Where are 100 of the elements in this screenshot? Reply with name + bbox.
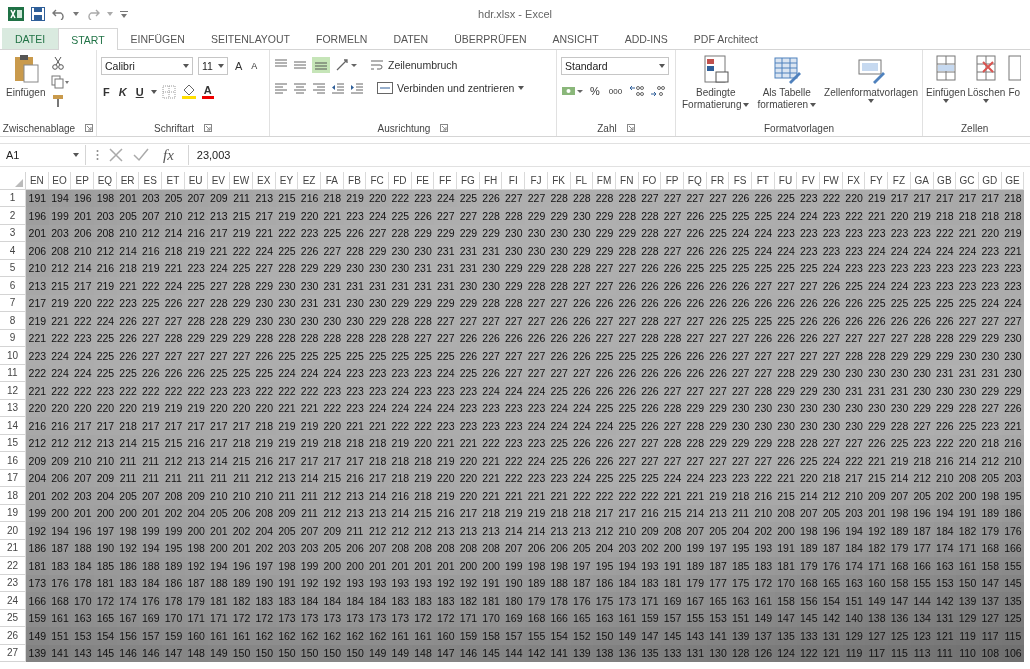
shrink-font-button[interactable]: A (249, 61, 260, 71)
column-header[interactable]: FB (343, 172, 367, 190)
italic-button[interactable]: K (116, 85, 129, 98)
column-header[interactable]: GB (933, 172, 957, 190)
dialog-launcher-icon[interactable] (440, 124, 449, 132)
column-header[interactable]: EQ (94, 172, 117, 190)
font-family-field[interactable]: Calibri (101, 57, 193, 75)
column-header[interactable]: FR (706, 172, 730, 190)
row-header[interactable]: 14 (0, 417, 26, 435)
ribbon-tab[interactable]: SEITENLAYOUT (197, 28, 304, 49)
copy-icon[interactable] (51, 75, 70, 89)
increase-decimal-icon[interactable] (629, 84, 646, 98)
bold-button[interactable]: F (101, 85, 112, 98)
column-header[interactable]: EY (275, 172, 299, 190)
ribbon-tab[interactable]: ANSICHT (539, 28, 612, 49)
row-header[interactable]: 10 (0, 347, 26, 365)
percent-button[interactable]: % (588, 85, 602, 97)
column-header[interactable]: ET (162, 172, 185, 190)
column-header[interactable]: FI (502, 172, 526, 190)
format-painter-icon[interactable] (51, 94, 66, 108)
column-header[interactable]: FO (638, 172, 662, 190)
ribbon-tab[interactable]: ADD-INS (611, 28, 681, 49)
column-header[interactable]: GD (978, 172, 1002, 190)
column-header[interactable]: FZ (888, 172, 911, 190)
customize-icon[interactable] (120, 10, 128, 18)
column-header[interactable]: EW (230, 172, 253, 190)
grow-font-button[interactable]: A (233, 60, 245, 72)
column-header[interactable]: FJ (525, 172, 548, 190)
column-header[interactable]: EV (207, 172, 231, 190)
column-header[interactable]: FE (411, 172, 435, 190)
column-header[interactable]: FL (570, 172, 594, 190)
row-header[interactable]: 22 (0, 557, 26, 575)
column-header[interactable]: FN (615, 172, 639, 190)
row-header[interactable]: 18 (0, 487, 26, 505)
cut-icon[interactable] (51, 56, 66, 70)
align-middle-icon[interactable] (293, 59, 307, 71)
ribbon-tab[interactable]: PDF Architect (680, 28, 771, 49)
dialog-launcher-icon[interactable] (204, 124, 212, 132)
decrease-indent-icon[interactable] (331, 82, 345, 94)
column-header[interactable]: FY (865, 172, 889, 190)
underline-button[interactable]: U (133, 85, 146, 98)
column-header[interactable]: GA (910, 172, 934, 190)
merge-center-button[interactable]: Verbinden und zentrieren (369, 82, 525, 94)
column-header[interactable]: EN (26, 172, 49, 190)
column-header[interactable]: FA (320, 172, 344, 190)
insert-function-button[interactable]: fx (159, 146, 178, 164)
fill-color-icon[interactable] (180, 84, 197, 99)
undo-icon[interactable] (52, 8, 66, 20)
font-size-field[interactable]: 11 (198, 57, 228, 75)
orientation-icon[interactable] (335, 58, 357, 72)
dialog-launcher-icon[interactable] (85, 124, 94, 132)
column-header[interactable]: EX (252, 172, 276, 190)
column-header[interactable]: FH (479, 172, 503, 190)
column-header[interactable]: EZ (298, 172, 321, 190)
column-header[interactable]: FF (434, 172, 458, 190)
delete-cells-button[interactable]: Löschen (966, 54, 1007, 103)
column-header[interactable]: FW (820, 172, 843, 190)
confirm-icon[interactable] (133, 148, 149, 162)
column-header[interactable]: GE (1001, 172, 1025, 190)
align-right-icon[interactable] (312, 82, 326, 94)
number-format-field[interactable]: Standard (561, 57, 669, 75)
row-header[interactable]: 8 (0, 312, 26, 330)
row-header[interactable]: 4 (0, 242, 26, 260)
thousands-separator-button[interactable]: 000 (606, 86, 625, 96)
row-header[interactable]: 6 (0, 277, 26, 295)
column-header[interactable]: FD (389, 172, 412, 190)
ribbon-tab[interactable]: ÜBERPRÜFEN (441, 28, 540, 49)
ribbon-tab[interactable]: EINFÜGEN (117, 28, 198, 49)
column-header[interactable]: FV (797, 172, 821, 190)
column-header[interactable]: FU (774, 172, 798, 190)
column-header[interactable]: FC (366, 172, 389, 190)
formula-field[interactable]: 23,003 (187, 145, 1030, 165)
row-header[interactable]: 26 (0, 627, 26, 645)
font-color-button[interactable]: A (201, 84, 214, 99)
format-as-table-button[interactable]: Als Tabelle formatieren (755, 54, 819, 111)
column-header[interactable]: ES (139, 172, 163, 190)
decrease-decimal-icon[interactable] (650, 84, 667, 98)
format-cells-button[interactable]: Fo (1006, 54, 1023, 99)
ribbon-tab[interactable]: START (58, 28, 118, 50)
column-header[interactable]: FS (729, 172, 752, 190)
align-left-icon[interactable] (274, 82, 288, 94)
column-header[interactable]: FM (593, 172, 616, 190)
align-center-icon[interactable] (293, 82, 307, 94)
row-header[interactable]: 20 (0, 522, 26, 540)
name-box[interactable]: A1 (0, 145, 86, 165)
insert-cells-button[interactable]: Einfügen (925, 54, 967, 103)
column-header[interactable]: EU (184, 172, 208, 190)
cancel-icon[interactable] (109, 148, 123, 162)
column-header[interactable]: FK (547, 172, 571, 190)
column-header[interactable]: FX (842, 172, 866, 190)
save-icon[interactable] (31, 7, 45, 21)
align-bottom-icon[interactable] (312, 57, 330, 73)
column-header[interactable]: EO (48, 172, 72, 190)
column-header[interactable]: EP (71, 172, 95, 190)
column-header[interactable]: FQ (683, 172, 707, 190)
ribbon-tab[interactable]: DATEN (380, 28, 442, 49)
ribbon-tab[interactable]: DATEI (2, 28, 59, 49)
column-header[interactable]: ER (116, 172, 140, 190)
column-header[interactable]: GC (956, 172, 979, 190)
cell-styles-button[interactable]: Zellenformatvorlagen (822, 54, 920, 103)
